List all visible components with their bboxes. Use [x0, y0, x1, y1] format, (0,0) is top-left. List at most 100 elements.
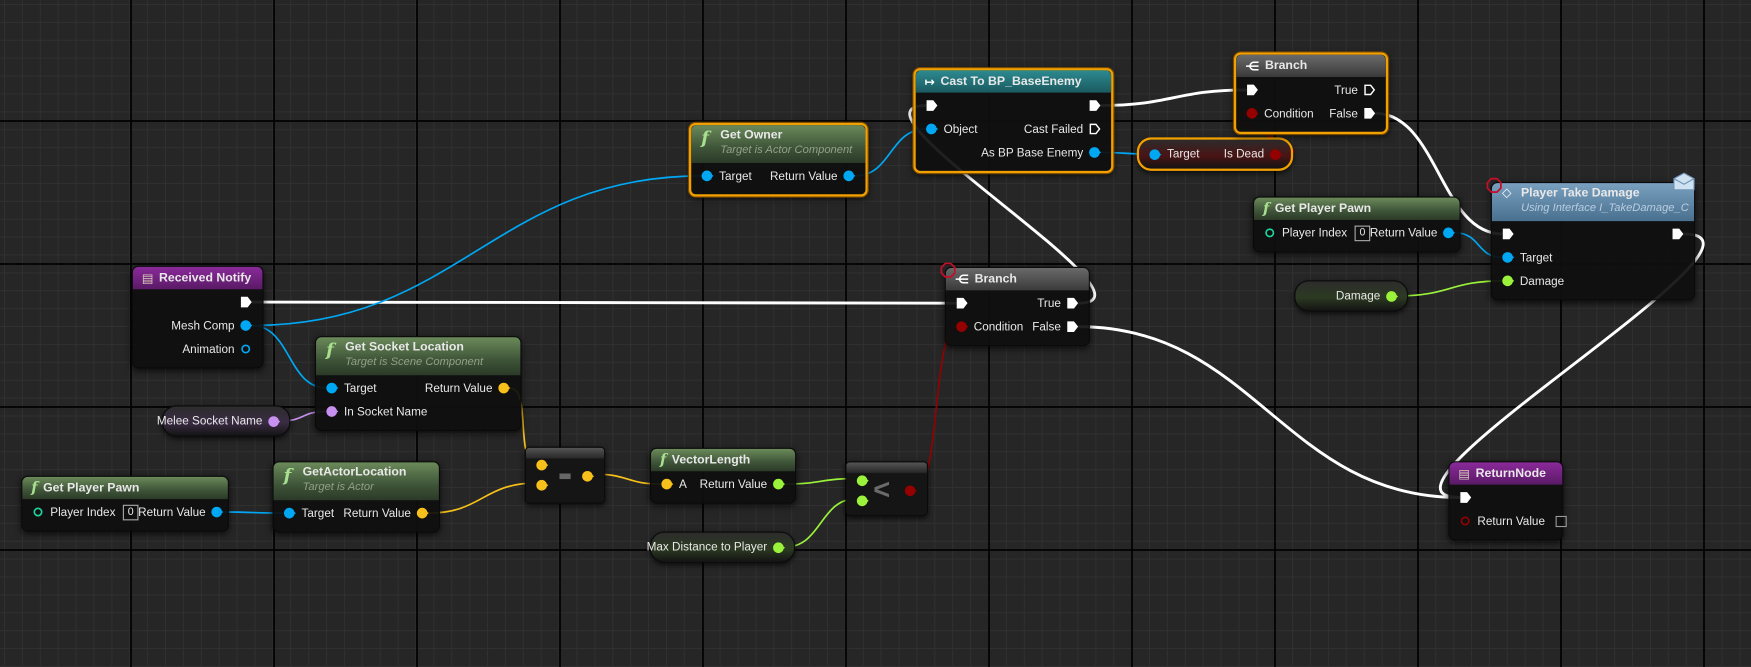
exec_out-pin[interactable] — [1672, 228, 1694, 240]
blueprint-graph-viewport[interactable]: f Get Owner Target is Actor Component Targe… — [0, 0, 1751, 667]
object-pin-icon[interactable] — [211, 506, 224, 518]
vector-len-node[interactable]: f VectorLength A Return Value — [649, 447, 797, 504]
val-pin[interactable]: Melee Socket Name — [157, 414, 289, 428]
name-pin-icon[interactable] — [326, 405, 339, 417]
exec-pin-icon[interactable] — [240, 296, 252, 308]
target-pin[interactable]: Target — [274, 506, 334, 520]
less-operator-node[interactable]: < — [845, 461, 928, 516]
graph-canvas[interactable]: f Get Owner Target is Actor Component Targe… — [0, 0, 1751, 667]
damage-pin[interactable]: Damage — [1492, 274, 1564, 288]
node-header[interactable]: ↦ Cast To BP_BaseEnemy — [915, 70, 1112, 93]
received-node[interactable]: ▤ Received Notify Mesh Comp Animation — [131, 265, 264, 369]
exec-pin-icon[interactable] — [1672, 228, 1684, 240]
vector-pin-icon[interactable] — [536, 457, 549, 471]
exec-pin-icon[interactable] — [1066, 297, 1079, 309]
object-pin-icon[interactable] — [283, 507, 296, 519]
bool-pin-icon[interactable] — [904, 482, 917, 497]
float-pin-icon[interactable] — [856, 472, 869, 487]
node-header[interactable]: f Get Player Pawn — [22, 476, 228, 500]
ret-checkbox[interactable] — [1555, 515, 1567, 527]
float-wire[interactable] — [1397, 280, 1503, 297]
target-pin[interactable]: Target — [1139, 147, 1200, 161]
melee-var-node[interactable]: Melee Socket Name — [157, 405, 291, 437]
exec_in-pin[interactable] — [1236, 84, 1258, 96]
val-pin[interactable]: Max Distance to Player — [647, 540, 794, 554]
player_index-default-input[interactable]: 0 — [1354, 225, 1370, 241]
float-pin-icon[interactable] — [773, 541, 786, 553]
branch-mid-node[interactable]: ⋲ Branch True Condition False — [944, 266, 1090, 347]
as_enemy-pin[interactable]: As BP Base Enemy — [981, 146, 1111, 159]
condition-pin[interactable]: Condition — [1236, 107, 1314, 120]
true-pin[interactable]: True — [1037, 296, 1089, 310]
breakpoint-icon[interactable] — [1486, 177, 1502, 194]
exec-pin-icon[interactable] — [926, 99, 938, 111]
socket_name-pin[interactable]: In Socket Name — [316, 405, 427, 418]
object-pin-icon[interactable] — [843, 170, 856, 182]
mesh_comp-pin[interactable]: Mesh Comp — [171, 319, 262, 332]
bool-pin-icon[interactable] — [1460, 515, 1472, 527]
ret-pin[interactable]: Return Value — [770, 169, 865, 183]
exec_in-pin[interactable] — [1449, 491, 1472, 503]
val-pin[interactable]: Damage — [1336, 289, 1407, 303]
object-pin-icon[interactable] — [1149, 148, 1162, 160]
node-header[interactable]: f VectorLength — [651, 448, 796, 472]
branch-top-node[interactable]: ⋲ Branch True Condition False — [1233, 52, 1389, 135]
exec-wire[interactable] — [1078, 325, 1461, 499]
socket-node[interactable]: f Get Socket Location Target is Scene Comp… — [314, 336, 522, 432]
max-dist-node[interactable]: Max Distance to Player — [647, 531, 796, 563]
node-header[interactable]: f Get Owner Target is Actor Component — [691, 125, 866, 164]
object-pin-icon[interactable] — [240, 319, 253, 331]
player_index-default-input[interactable]: 0 — [123, 504, 139, 520]
exec-pin-icon[interactable] — [1089, 99, 1101, 111]
exec-pin-icon[interactable] — [1364, 107, 1376, 119]
exec-pin-icon[interactable] — [956, 297, 968, 309]
player_index-pin[interactable]: Player Index 0 — [1254, 225, 1370, 241]
ptd-node[interactable]: ◇ Player Take Damage Using Interface I_Tak… — [1490, 182, 1696, 301]
target-pin[interactable]: Target — [316, 381, 377, 395]
false-pin[interactable]: False — [1329, 107, 1386, 120]
damage-var-node[interactable]: Damage — [1294, 280, 1409, 312]
node-header[interactable]: ▤ Received Notify — [132, 266, 263, 290]
object-pin-icon[interactable] — [326, 382, 339, 394]
pawn-left-node[interactable]: f Get Player Pawn Player Index 0 Return Valu… — [21, 475, 229, 532]
vector-pin-icon[interactable] — [661, 478, 674, 490]
float-pin-icon[interactable] — [1502, 275, 1515, 287]
ret-pin[interactable]: Return Value — [1370, 226, 1465, 240]
node-header[interactable]: f Get Socket Location Target is Scene Comp… — [316, 337, 521, 376]
exec-pin-icon[interactable] — [1246, 84, 1258, 96]
target-pin[interactable]: Target — [691, 169, 752, 183]
is_dead-pin[interactable]: Is Dead — [1224, 147, 1291, 161]
object-pin-icon[interactable] — [926, 123, 939, 135]
cast-node[interactable]: ↦ Cast To BP_BaseEnemy Object Cast Failed As… — [913, 68, 1114, 174]
is-dead-node[interactable]: Target Is Dead — [1136, 137, 1294, 171]
float-pin-icon[interactable] — [1386, 290, 1399, 302]
int-pin-icon[interactable] — [32, 506, 44, 518]
exec-pin-icon[interactable] — [1460, 491, 1472, 503]
target-pin[interactable]: Target — [1492, 251, 1552, 264]
exec-pin-icon[interactable] — [1089, 123, 1101, 135]
exec-wire[interactable] — [251, 300, 957, 305]
vector-pin-icon[interactable] — [536, 477, 549, 491]
int-pin-icon[interactable] — [1264, 227, 1276, 239]
float-pin-icon[interactable] — [773, 478, 786, 490]
object-pin[interactable]: Object — [916, 122, 978, 136]
cast_failed-pin[interactable]: Cast Failed — [1024, 122, 1111, 136]
player_index-pin[interactable]: Player Index 0 — [22, 504, 139, 520]
exec_out-pin[interactable] — [1089, 99, 1111, 111]
bool-pin-icon[interactable] — [1246, 107, 1259, 119]
vector-pin-icon[interactable] — [498, 382, 511, 394]
return-node-node[interactable]: ▤ ReturnNode Return Value — [1448, 461, 1567, 541]
ret-pin[interactable]: Return Value — [425, 381, 520, 395]
node-header[interactable]: ⋲ Branch — [1236, 54, 1386, 78]
vector-pin-icon[interactable] — [582, 468, 595, 482]
get-owner-node[interactable]: f Get Owner Target is Actor Component Targe… — [689, 122, 868, 197]
vector-wire[interactable] — [428, 482, 537, 514]
ret-pin[interactable]: Return Value — [1449, 514, 1567, 528]
object-pin-icon[interactable] — [701, 170, 714, 182]
node-header[interactable]: f Get Player Pawn — [1254, 197, 1460, 220]
breakpoint-icon[interactable] — [940, 262, 956, 278]
exec-pin-icon[interactable] — [1364, 84, 1376, 96]
float-pin-icon[interactable] — [856, 492, 869, 507]
node-header[interactable]: f GetActorLocation Target is Actor — [273, 462, 439, 501]
exec-pin-icon[interactable] — [1066, 320, 1079, 332]
